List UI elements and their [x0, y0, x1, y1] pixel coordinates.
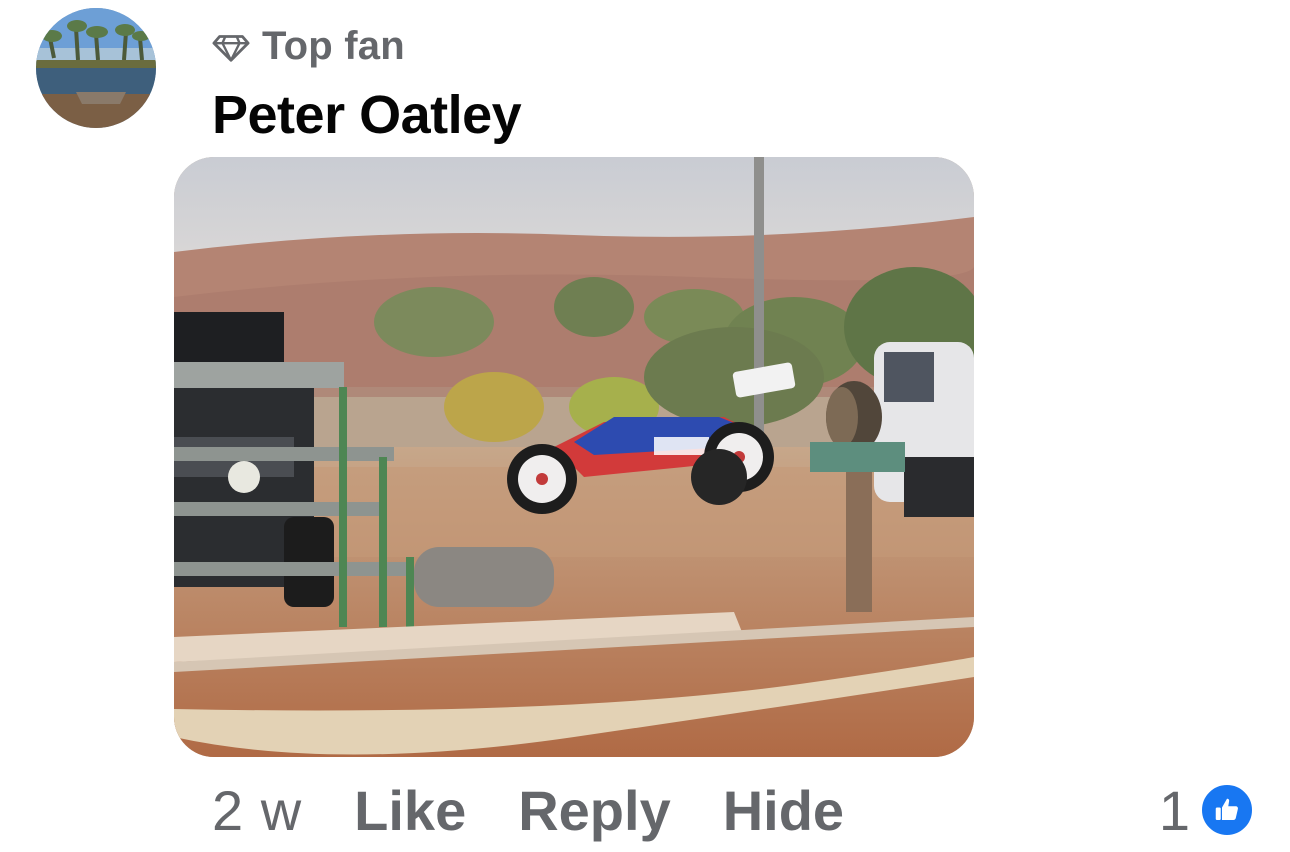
- badge-label: Top fan: [262, 23, 405, 68]
- avatar[interactable]: [36, 8, 156, 128]
- reply-button[interactable]: Reply: [518, 778, 671, 843]
- comment-actions: 2 w Like Reply Hide: [212, 770, 896, 850]
- comment-timestamp[interactable]: 2 w: [212, 778, 302, 843]
- reaction-summary[interactable]: 1: [1159, 772, 1254, 848]
- author-name[interactable]: Peter Oatley: [212, 84, 522, 146]
- top-fan-badge: Top fan: [212, 22, 405, 70]
- reaction-count: 1: [1158, 778, 1190, 842]
- comment-photo[interactable]: [174, 157, 974, 757]
- diamond-icon: [212, 35, 250, 62]
- hide-button[interactable]: Hide: [723, 778, 844, 843]
- thumbs-up-icon: [1200, 783, 1254, 837]
- like-button[interactable]: Like: [354, 778, 466, 843]
